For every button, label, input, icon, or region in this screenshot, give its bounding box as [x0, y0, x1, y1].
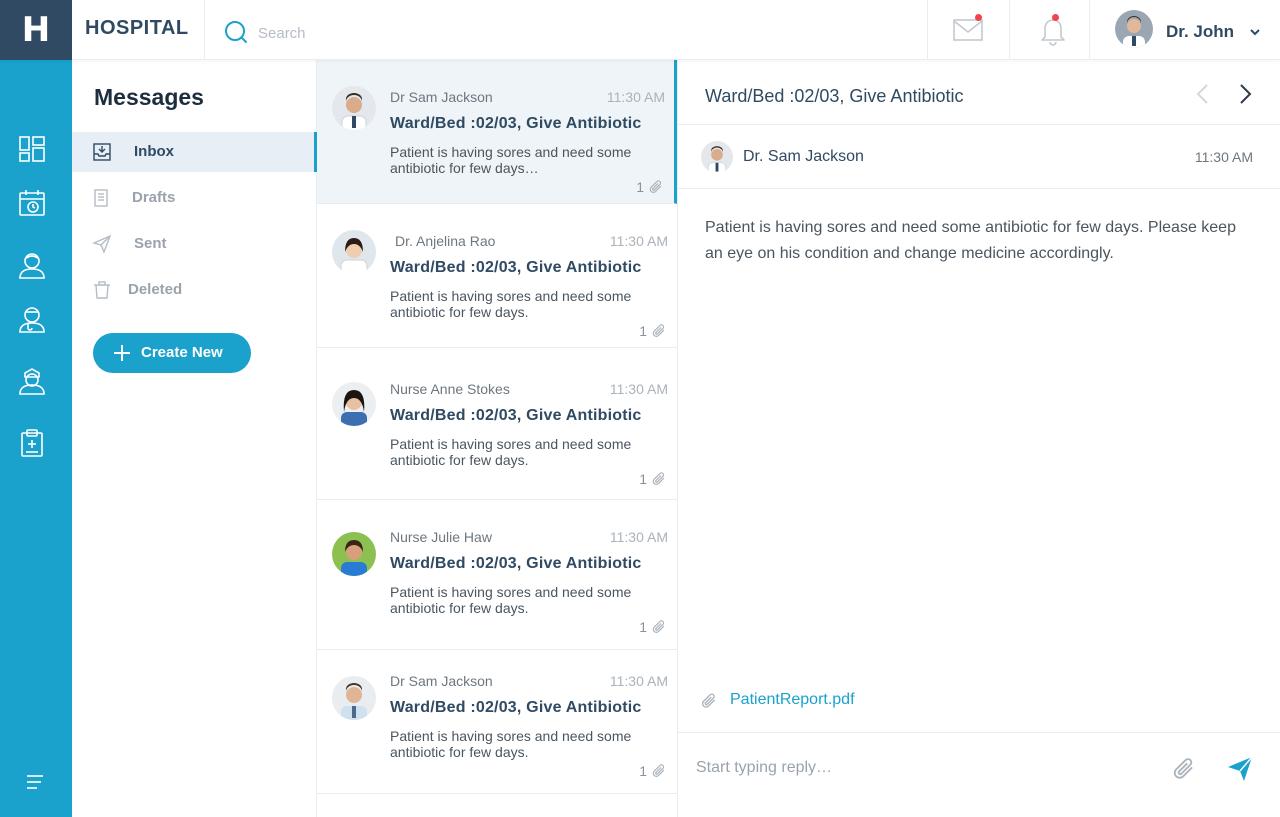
message-subject: Ward/Bed :02/03, Give Antibiotic [390, 115, 642, 132]
message-time: 11:30 AM [609, 381, 668, 397]
reader-time: 11:30 AM [1194, 149, 1253, 165]
folder-label: Drafts [132, 189, 176, 206]
message-sender: Nurse Julie Haw [390, 529, 492, 545]
folder-deleted[interactable]: Deleted [72, 270, 317, 310]
message-item[interactable]: Dr Sam Jackson 11:30 AM Ward/Bed :02/03,… [317, 650, 677, 794]
folder-label: Deleted [128, 281, 183, 298]
message-item[interactable]: Nurse Julie Haw 11:30 AM Ward/Bed :02/03… [317, 506, 677, 650]
folder-label: Sent [134, 235, 167, 252]
message-preview: Patient is having sores and need some an… [390, 288, 632, 320]
nurses-icon[interactable] [17, 366, 47, 396]
message-preview: Patient is having sores and need some an… [390, 144, 632, 176]
reader-sender: Dr. Sam Jackson [743, 148, 864, 165]
paperclip-icon [652, 472, 665, 485]
message-preview: Patient is having sores and need some an… [390, 584, 632, 616]
message-time: 11:30 AM [609, 673, 668, 689]
trash-icon [94, 281, 110, 299]
clipboard-icon[interactable] [17, 428, 47, 458]
message-sender: Dr. Anjelina Rao [395, 233, 496, 249]
avatar [332, 86, 376, 130]
menu-icon[interactable] [17, 767, 47, 797]
doctors-icon[interactable] [17, 304, 47, 334]
divider [678, 732, 1280, 733]
mail-unread-dot [975, 14, 982, 21]
message-preview: Patient is having sores and need some an… [390, 728, 632, 760]
paperclip-icon [652, 324, 665, 337]
paperclip-icon [652, 764, 665, 777]
message-item[interactable]: Dr Sam Jackson 11:30 AM Ward/Bed :02/03,… [317, 60, 677, 204]
paperclip-icon [649, 180, 662, 193]
reading-pane: Ward/Bed :02/03, Give Antibiotic Dr. Sam… [678, 60, 1280, 817]
messages-title: Messages [94, 84, 204, 110]
paperclip-icon [701, 693, 716, 708]
notification-dot [1052, 14, 1059, 21]
logo[interactable]: H [0, 0, 72, 60]
inbox-icon [93, 143, 111, 161]
brand-name: HOSPITAL [85, 17, 189, 39]
reader-subject: Ward/Bed :02/03, Give Antibiotic [705, 86, 964, 106]
send-icon[interactable] [1226, 755, 1254, 783]
chevron-right-icon[interactable] [1234, 82, 1256, 106]
message-list: Dr Sam Jackson 11:30 AM Ward/Bed :02/03,… [317, 60, 678, 817]
message-sender: Nurse Anne Stokes [390, 381, 510, 397]
avatar [332, 532, 376, 576]
plus-icon [114, 345, 130, 361]
search-icon[interactable] [224, 20, 248, 44]
attachment-count: 1 [639, 471, 647, 487]
avatar [332, 382, 376, 426]
attachment-count: 1 [639, 619, 647, 635]
divider [1009, 0, 1010, 60]
chevron-left-icon[interactable] [1192, 82, 1214, 106]
message-item[interactable]: Nurse Anne Stokes 11:30 AM Ward/Bed :02/… [317, 356, 677, 500]
message-sender: Dr Sam Jackson [390, 89, 493, 105]
message-time: 11:30 AM [609, 529, 668, 545]
sent-icon [92, 234, 112, 254]
message-preview: Patient is having sores and need some an… [390, 436, 632, 468]
message-body: Patient is having sores and need some an… [705, 219, 1236, 262]
chevron-down-icon[interactable] [1249, 26, 1261, 38]
patients-icon[interactable] [17, 250, 47, 280]
user-name[interactable]: Dr. John [1166, 22, 1234, 42]
attachment-count: 1 [636, 179, 644, 195]
top-bar: H HOSPITAL Dr. John [0, 0, 1280, 60]
folders-panel: Messages Inbox Drafts Sent Deleted Creat… [72, 60, 317, 817]
attachment-link[interactable]: PatientReport.pdf [730, 691, 855, 709]
dashboard-icon[interactable] [17, 134, 47, 164]
message-subject: Ward/Bed :02/03, Give Antibiotic [390, 407, 642, 424]
folder-drafts[interactable]: Drafts [72, 178, 317, 218]
paperclip-icon [652, 620, 665, 633]
attachment-count: 1 [639, 763, 647, 779]
search-input[interactable] [258, 19, 858, 47]
folder-inbox[interactable]: Inbox [72, 132, 317, 172]
logo-letter: H [21, 10, 51, 50]
avatar [701, 141, 733, 173]
user-avatar[interactable] [1115, 10, 1153, 48]
divider [678, 124, 1280, 125]
nav-rail [0, 60, 72, 817]
divider [1089, 0, 1090, 60]
message-subject: Ward/Bed :02/03, Give Antibiotic [390, 259, 642, 276]
avatar [332, 676, 376, 720]
avatar [332, 230, 376, 274]
divider [927, 0, 928, 60]
attachment-count: 1 [639, 323, 647, 339]
message-subject: Ward/Bed :02/03, Give Antibiotic [390, 699, 642, 716]
appointments-icon[interactable] [17, 188, 47, 218]
create-new-label: Create New [141, 344, 223, 361]
folder-label: Inbox [134, 143, 174, 160]
message-time: 11:30 AM [609, 233, 668, 249]
reply-input[interactable] [696, 753, 1166, 783]
message-subject: Ward/Bed :02/03, Give Antibiotic [390, 555, 642, 572]
drafts-icon [94, 189, 108, 207]
message-sender: Dr Sam Jackson [390, 673, 493, 689]
folder-sent[interactable]: Sent [72, 224, 317, 264]
attach-icon[interactable] [1171, 756, 1197, 782]
message-item[interactable]: Dr. Anjelina Rao 11:30 AM Ward/Bed :02/0… [317, 204, 677, 348]
divider [204, 0, 205, 60]
divider [678, 188, 1280, 189]
message-time: 11:30 AM [606, 89, 665, 105]
create-new-button[interactable]: Create New [93, 333, 251, 373]
